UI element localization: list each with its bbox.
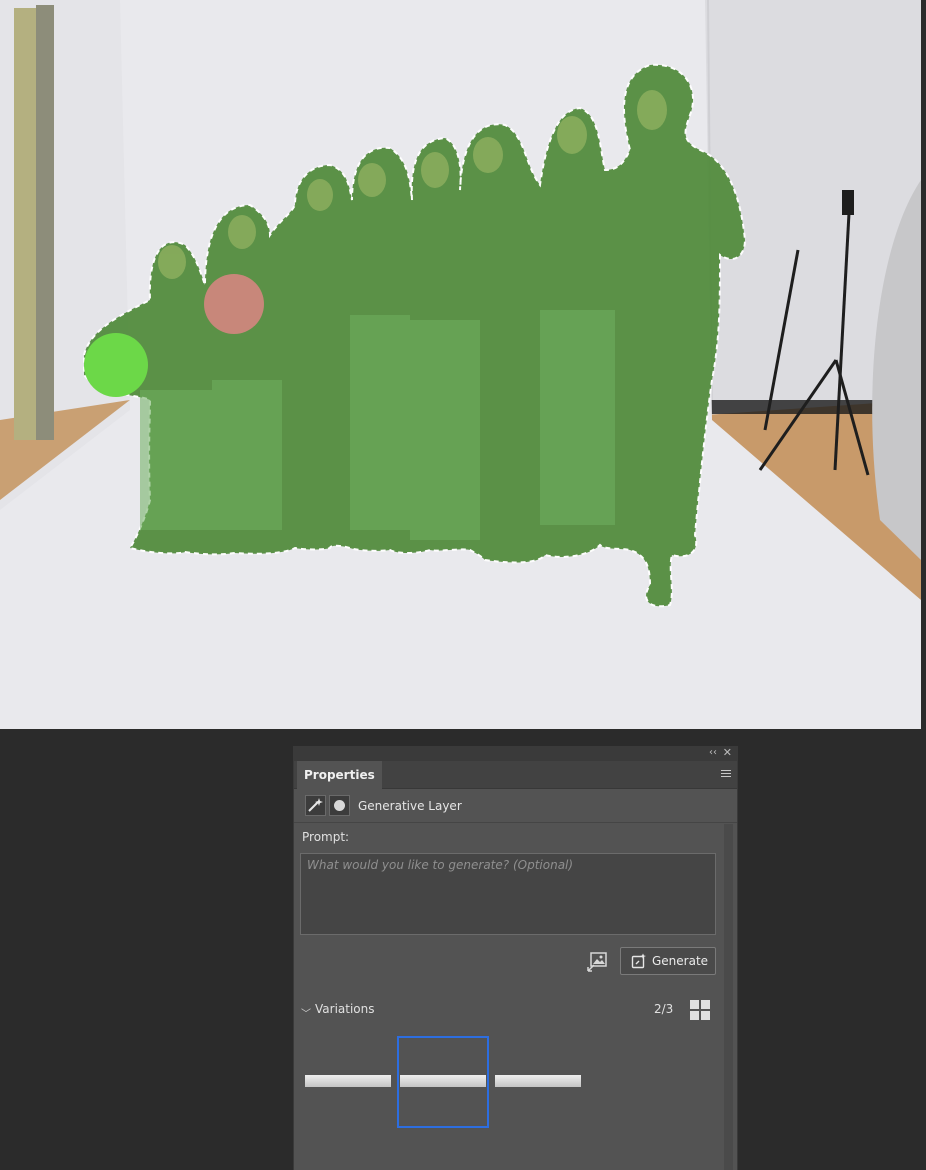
generate-button[interactable]: Generate	[620, 947, 716, 975]
document-canvas[interactable]	[0, 0, 921, 729]
variation-thumbnail-3[interactable]	[495, 1075, 581, 1087]
prompt-label: Prompt:	[302, 830, 350, 844]
panel-menu-icon[interactable]	[721, 770, 731, 778]
layer-type-row: Generative Layer	[294, 790, 737, 823]
chevron-down-icon[interactable]: ﹀	[301, 1005, 311, 1020]
panel-scrollbar[interactable]	[724, 824, 733, 1170]
canvas-edge	[921, 0, 926, 729]
panel-title-bar[interactable]: ‹‹ ✕	[294, 746, 737, 761]
canvas-photo	[0, 0, 921, 729]
double-chevron-left-icon[interactable]: ‹‹	[709, 747, 717, 759]
layer-type-label: Generative Layer	[358, 799, 462, 813]
reference-image-button[interactable]	[586, 951, 608, 973]
grid-view-icon[interactable]	[690, 1000, 710, 1020]
variation-thumbnail-1[interactable]	[305, 1075, 391, 1087]
variations-section-label[interactable]: Variations	[315, 1002, 375, 1016]
tab-properties[interactable]: Properties	[297, 761, 382, 789]
variations-count: 2/3	[654, 1002, 674, 1016]
generate-icon	[631, 953, 646, 969]
properties-panel: ‹‹ ✕ Properties Generative Layer Prompt:	[293, 746, 738, 1170]
reference-image-icon	[587, 952, 607, 972]
close-icon[interactable]: ✕	[723, 746, 732, 759]
generative-layer-icon[interactable]	[305, 795, 326, 816]
generate-label: Generate	[652, 954, 709, 968]
selected-variation-frame[interactable]	[397, 1036, 489, 1128]
prompt-input[interactable]	[300, 853, 716, 935]
layer-mask-icon[interactable]	[329, 795, 350, 816]
panel-tab-bar: Properties	[294, 761, 737, 789]
